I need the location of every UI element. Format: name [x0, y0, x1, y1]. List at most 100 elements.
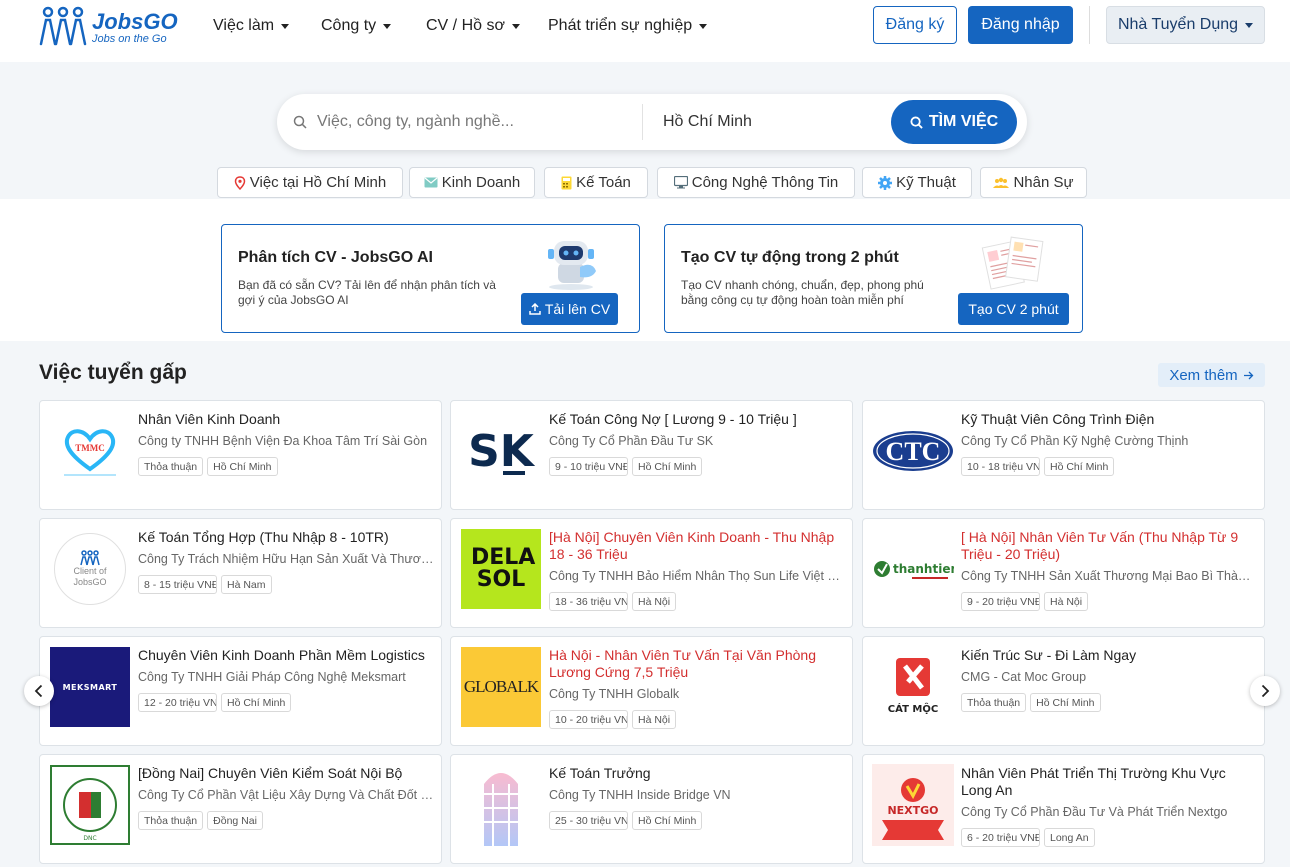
job-title[interactable]: Nhân Viên Kinh Doanh: [138, 411, 434, 428]
chip-it[interactable]: Công Nghệ Thông Tin: [657, 167, 855, 198]
job-card[interactable]: CÁT MỘC Kiến Trúc Sư - Đi Làm Ngay CMG -…: [862, 636, 1265, 746]
company-logo: [460, 764, 542, 846]
job-card[interactable]: thanhtien [ Hà Nội] Nhân Viên Tư Vấn (Th…: [862, 518, 1265, 628]
company-name[interactable]: Công Ty Cổ Phần Đầu Tư Và Phát Triển Nex…: [961, 805, 1257, 819]
salary-tag: 18 - 36 triệu VNĐ: [549, 592, 628, 611]
company-name[interactable]: Công Ty Cổ Phần Kỹ Nghệ Cường Thịnh: [961, 434, 1257, 448]
nav-career[interactable]: Phát triển sự nghiệp: [548, 14, 708, 38]
company-name[interactable]: Công Ty Cổ Phần Đầu Tư SK: [549, 434, 845, 448]
company-logo: MEKSMART: [49, 646, 131, 728]
logo[interactable]: JobsGO Jobs on the Go: [38, 6, 178, 46]
caret-down-icon: [281, 23, 290, 29]
search-divider: [642, 104, 643, 140]
calculator-icon: [561, 176, 572, 189]
job-title[interactable]: [Hà Nội] Chuyên Viên Kinh Doanh - Thu Nh…: [549, 529, 845, 563]
search-input[interactable]: [317, 110, 637, 134]
job-tags: Thỏa thuận Đồng Nai: [138, 811, 263, 830]
logo-lettering: CTC: [886, 437, 941, 466]
company-name[interactable]: Công Ty TNHH Sản Xuất Thương Mại Bao Bì …: [961, 569, 1257, 583]
bridge-logo: [484, 773, 518, 846]
carousel-prev-button[interactable]: [24, 676, 54, 706]
chip-sales[interactable]: Kinh Doanh: [409, 167, 535, 198]
nav-cv[interactable]: CV / Hồ sơ: [426, 14, 520, 38]
chevron-right-icon: [1261, 684, 1270, 698]
chip-location[interactable]: Việc tại Hồ Chí Minh: [217, 167, 403, 198]
job-title[interactable]: Kỹ Thuật Viên Công Trình Điện: [961, 411, 1257, 428]
job-title[interactable]: Kế Toán Trưởng: [549, 765, 845, 782]
thanhtien-logo: thanhtien: [874, 561, 954, 579]
company-logo: DELA SOL: [460, 528, 542, 610]
job-title[interactable]: Kế Toán Công Nợ [ Lương 9 - 10 Triệu ]: [549, 411, 845, 428]
employer-button[interactable]: Nhà Tuyển Dụng: [1106, 6, 1265, 44]
job-card[interactable]: NEXTGO Nhân Viên Phát Triển Thị Trường K…: [862, 754, 1265, 864]
job-title[interactable]: Kiến Trúc Sư - Đi Làm Ngay: [961, 647, 1257, 664]
location-tag: Hồ Chí Minh: [1044, 457, 1115, 476]
company-name[interactable]: Công Ty TNHH Inside Bridge VN: [549, 788, 845, 802]
logo-lettering: CÁT MỘC: [888, 702, 938, 715]
job-card[interactable]: GLOBALK Hà Nội - Nhân Viên Tư Vấn Tại Vă…: [450, 636, 853, 746]
logo-icon: [39, 6, 87, 46]
chip-hr[interactable]: Nhân Sự: [980, 167, 1087, 198]
job-title[interactable]: [Đồng Nai] Chuyên Viên Kiểm Soát Nội Bộ: [138, 765, 434, 782]
promo-title: Tạo CV tự động trong 2 phút: [681, 249, 899, 266]
chip-label: Việc tại Hồ Chí Minh: [249, 174, 387, 191]
promo-cv-analysis[interactable]: Phân tích CV - JobsGO AI Bạn đã có sẵn C…: [221, 224, 640, 333]
logo-lettering: SK: [468, 426, 536, 477]
globalk-logo: GLOBALK: [461, 647, 541, 727]
chip-label: Kỹ Thuật: [896, 174, 956, 191]
chip-accounting[interactable]: Kế Toán: [544, 167, 648, 198]
nav-jobs[interactable]: Việc làm: [213, 14, 290, 38]
job-card[interactable]: DELA SOL [Hà Nội] Chuyên Viên Kinh Doanh…: [450, 518, 853, 628]
job-tags: 6 - 20 triệu VNĐ Long An: [961, 828, 1095, 847]
company-name[interactable]: Công Ty Trách Nhiệm Hữu Hạn Sản Xuất Và …: [138, 552, 434, 566]
nextgo-logo: NEXTGO: [872, 764, 954, 846]
job-card[interactable]: MEKSMART Chuyên Viên Kinh Doanh Phần Mềm…: [39, 636, 442, 746]
upload-cv-button[interactable]: Tải lên CV: [521, 293, 618, 325]
company-name[interactable]: Công Ty Cổ Phần Vật Liệu Xây Dựng Và Chấ…: [138, 788, 434, 802]
upload-icon: [529, 303, 541, 315]
job-title[interactable]: Hà Nội - Nhân Viên Tư Vấn Tại Văn Phòng …: [549, 647, 845, 681]
job-card[interactable]: CTC Kỹ Thuật Viên Công Trình Điện Công T…: [862, 400, 1265, 510]
see-more-button[interactable]: Xem thêm: [1158, 363, 1265, 387]
company-name[interactable]: CMG - Cat Moc Group: [961, 670, 1257, 684]
company-name[interactable]: Công ty TNHH Bệnh Viện Đa Khoa Tâm Trí S…: [138, 434, 434, 448]
nav-jobs-label: Việc làm: [213, 17, 275, 34]
job-card[interactable]: Kế Toán Trưởng Công Ty TNHH Inside Bridg…: [450, 754, 853, 864]
company-name[interactable]: Công Ty TNHH Globalk: [549, 687, 845, 701]
job-title[interactable]: Nhân Viên Phát Triển Thị Trường Khu Vực …: [961, 765, 1257, 799]
chevron-left-icon: [34, 684, 43, 698]
job-card[interactable]: SK Kế Toán Công Nợ [ Lương 9 - 10 Triệu …: [450, 400, 853, 510]
cv-documents-illustration: [981, 236, 1044, 290]
search-button[interactable]: TÌM VIỆC: [891, 100, 1017, 144]
jobsgo-people-icon: [80, 550, 100, 566]
login-button[interactable]: Đăng nhập: [968, 6, 1073, 44]
salary-tag: 12 - 20 triệu VNĐ: [138, 693, 217, 712]
promo-create-cv[interactable]: Tạo CV tự động trong 2 phút Tạo CV nhanh…: [664, 224, 1083, 333]
nav-companies[interactable]: Công ty: [321, 14, 392, 38]
location-input[interactable]: [663, 110, 863, 134]
job-card[interactable]: Client of JobsGO Kế Toán Tổng Hợp (Thu N…: [39, 518, 442, 628]
job-title[interactable]: Kế Toán Tổng Hợp (Thu Nhập 8 - 10TR): [138, 529, 434, 546]
location-tag: Hồ Chí Minh: [207, 457, 278, 476]
company-logo: CÁT MỘC: [872, 646, 954, 728]
job-title[interactable]: Chuyên Viên Kinh Doanh Phần Mềm Logistic…: [138, 647, 434, 664]
salary-tag: 6 - 20 triệu VNĐ: [961, 828, 1040, 847]
see-more-label: Xem thêm: [1169, 366, 1238, 384]
dnc-logo: DNC: [50, 765, 130, 845]
salary-tag: 25 - 30 triệu VNĐ: [549, 811, 628, 830]
carousel-next-button[interactable]: [1250, 676, 1280, 706]
caret-down-icon: [383, 23, 392, 29]
company-name[interactable]: Công Ty TNHH Bảo Hiểm Nhân Thọ Sun Life …: [549, 569, 845, 583]
job-title[interactable]: [ Hà Nội] Nhân Viên Tư Vấn (Thu Nhập Từ …: [961, 529, 1257, 563]
monitor-icon: [673, 176, 688, 189]
job-card[interactable]: DNC [Đồng Nai] Chuyên Viên Kiểm Soát Nội…: [39, 754, 442, 864]
nav-cv-label: CV / Hồ sơ: [426, 17, 505, 34]
job-card[interactable]: TMMC Nhân Viên Kinh Doanh Công ty TNHH B…: [39, 400, 442, 510]
location-tag: Đồng Nai: [207, 811, 263, 830]
company-name[interactable]: Công Ty TNHH Giải Pháp Công Nghệ Meksmar…: [138, 670, 434, 684]
chip-engineering[interactable]: Kỹ Thuật: [862, 167, 972, 198]
location-tag: Long An: [1044, 828, 1095, 847]
register-button[interactable]: Đăng ký: [873, 6, 957, 44]
caret-down-icon: [699, 23, 708, 29]
create-cv-button[interactable]: Tạo CV 2 phút: [958, 293, 1069, 325]
